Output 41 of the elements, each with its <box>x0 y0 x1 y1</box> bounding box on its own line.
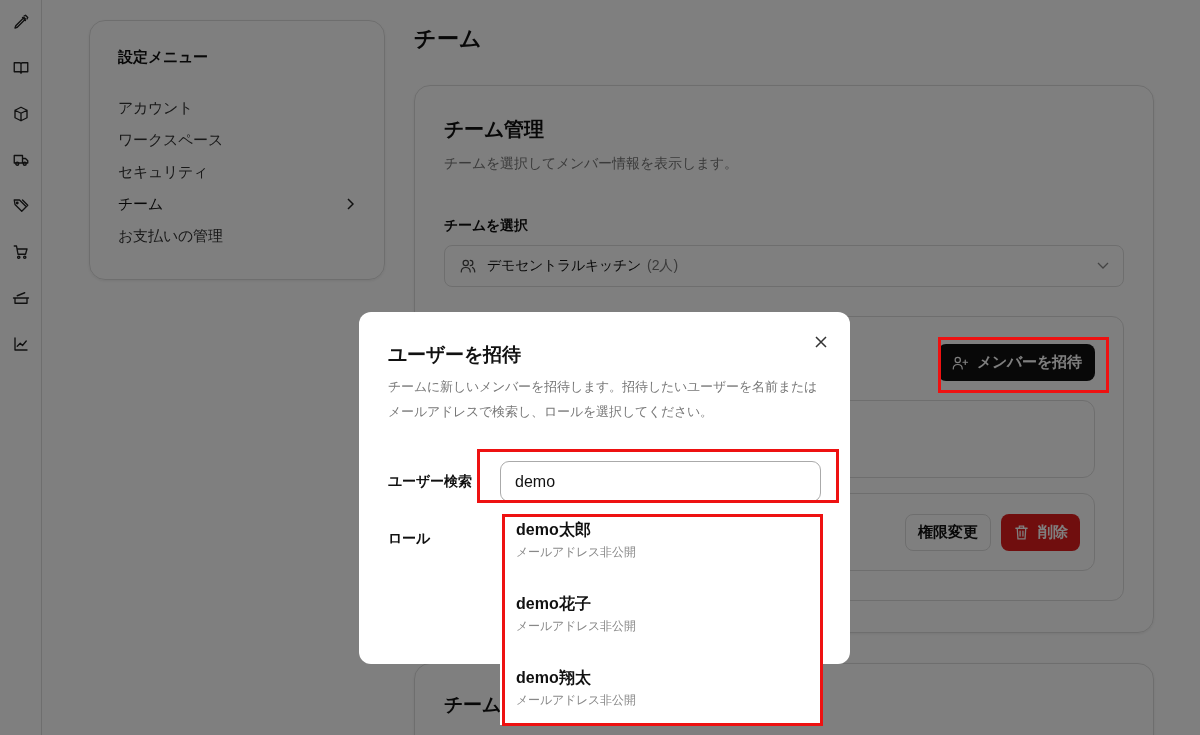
pot-icon[interactable] <box>11 289 30 307</box>
cart-icon[interactable] <box>11 243 30 261</box>
page-title: チーム <box>414 25 483 53</box>
pen-icon[interactable] <box>11 13 30 31</box>
field-label: ユーザー検索 <box>388 472 473 491</box>
select-value: デモセントラルキッチン <box>487 257 641 275</box>
email-note: メールアドレス非公開 <box>516 692 637 709</box>
settings-menu-item[interactable]: チーム <box>118 193 356 215</box>
user-name: demo花子 <box>516 594 592 614</box>
dialog-description: チームに新しいメンバーを招待します。招待したいユーザーを名前またはメールアドレスで検索し、ロールを選択してください。 <box>388 378 818 421</box>
delete-button[interactable]: 削除 <box>1001 513 1080 551</box>
users-icon <box>459 257 477 275</box>
settings-menu-item[interactable]: セキュリティ <box>118 161 356 183</box>
line-chart-icon[interactable] <box>11 335 30 353</box>
suggestion-item[interactable]: demo翔太 メールアドレス非公開 <box>500 665 822 735</box>
chevron-down-icon <box>1097 262 1109 270</box>
card-description: チームを選択してメンバー情報を表示します。 <box>444 155 739 173</box>
chevron-right-icon <box>346 198 354 210</box>
card-title: チーム管理 <box>444 117 544 142</box>
close-icon[interactable] <box>815 336 827 348</box>
card-title: チーム <box>444 693 501 717</box>
user-name: demo太郎 <box>516 520 592 540</box>
settings-menu-item[interactable]: アカウント <box>118 97 356 119</box>
box-icon[interactable] <box>11 105 30 123</box>
field-label: ロール <box>388 530 431 548</box>
user-search-field[interactable]: demo <box>500 461 821 502</box>
settings-menu-item[interactable]: お支払いの管理 <box>118 225 356 247</box>
field-label: チームを選択 <box>444 217 529 235</box>
settings-menu-item[interactable]: ワークスペース <box>118 129 356 151</box>
email-note: メールアドレス非公開 <box>516 618 637 635</box>
email-note: メールアドレス非公開 <box>516 544 637 561</box>
tag-icon[interactable] <box>11 197 30 215</box>
team-select[interactable]: デモセントラルキッチン (2人) <box>444 245 1124 287</box>
member-count: (2人) <box>647 257 679 275</box>
trash-icon <box>1013 523 1030 541</box>
dialog-title: ユーザーを招待 <box>388 343 522 367</box>
book-icon[interactable] <box>11 59 30 77</box>
user-name: demo翔太 <box>516 668 592 688</box>
invite-member-button[interactable]: メンバーを招待 <box>938 344 1095 381</box>
change-role-button[interactable]: 権限変更 <box>905 513 991 551</box>
settings-menu-title: 設定メニュー <box>118 48 209 67</box>
